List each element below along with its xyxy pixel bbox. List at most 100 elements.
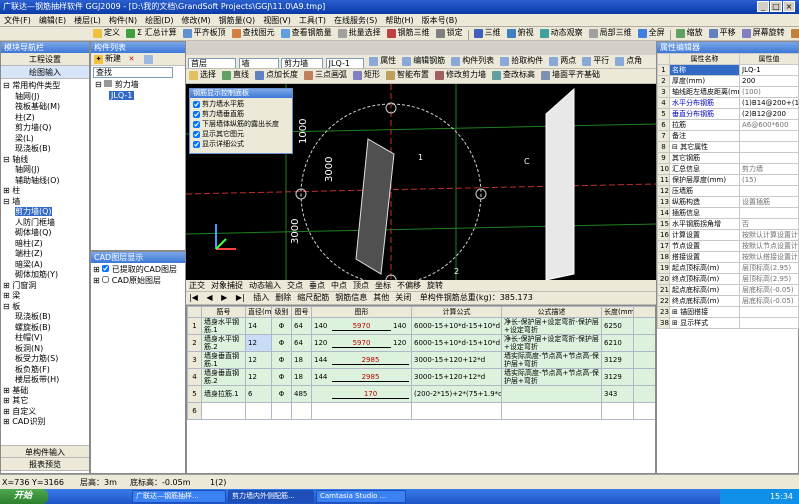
nav-tree-item[interactable]: 砌体加筋(Y) (3, 270, 89, 281)
grade-cell[interactable]: Φ (271, 368, 292, 386)
grid-column-header[interactable]: 直径(mm) (245, 306, 272, 318)
option-checkbox[interactable] (193, 130, 200, 138)
project-settings-button[interactable]: 工程设置 (1, 53, 89, 66)
toolbar-button[interactable]: 平齐板顶 (180, 27, 229, 39)
menu-item[interactable]: 工具(T) (295, 16, 330, 25)
snap-toggle[interactable]: 垂点 (306, 280, 328, 291)
draw-tool-button[interactable]: 墙面平齐基础 (538, 69, 603, 81)
component-item-jlq1[interactable]: JLQ-1 (109, 90, 135, 100)
toolbar-button[interactable]: 屏幕旋转 (739, 27, 788, 39)
grid-action-button[interactable]: 删除 (272, 292, 294, 304)
grid-action-button[interactable]: 关闭 (392, 292, 414, 304)
draw-input-button[interactable]: 绘图输入 (1, 66, 89, 79)
toolbar-button[interactable]: 查看钢筋量 (278, 27, 335, 39)
toolbar-button[interactable]: 动态观察 (537, 27, 586, 39)
nav-next-button[interactable]: ▶ (218, 292, 230, 304)
nav-tree-item[interactable]: 辅助轴线(O) (3, 176, 89, 187)
property-row[interactable]: 15 水平钢筋拐角增否 (657, 218, 799, 230)
snap-toggle[interactable]: 不偏移 (394, 280, 424, 291)
property-value[interactable]: 按默认节点设置计 (739, 240, 799, 252)
length-cell[interactable]: 3129 (601, 351, 634, 369)
property-row[interactable]: 7 备注 (657, 130, 799, 142)
property-value[interactable] (739, 207, 799, 219)
figure-no-cell[interactable]: 64 (291, 334, 312, 352)
formula-desc-cell[interactable]: 净长-保护层+设定弯折-保护层+设定弯折 (501, 317, 602, 335)
grid-column-header[interactable]: 级别 (271, 306, 292, 318)
cad-layer-extracted[interactable]: ⊞ 已提取的CAD图层 (93, 265, 183, 276)
nav-tree-item[interactable]: ⊞ 梁 (3, 291, 89, 302)
component-tool-button[interactable]: 编辑钢筋 (399, 55, 448, 67)
tree-root-shearwall[interactable]: ⊟ 剪力墙 (95, 80, 181, 91)
nav-tree-item[interactable]: 剪力墙(Q) (3, 123, 89, 134)
nav-tree-item[interactable]: 现浇板(B) (3, 312, 89, 323)
nav-tree-item[interactable]: 砌体墙(Q) (3, 228, 89, 239)
category-select[interactable]: 墙 (238, 57, 279, 68)
toolbar-button[interactable]: 选择楼层 (788, 27, 799, 39)
cad-layer-original[interactable]: ⊞ CAD原始图层 (93, 275, 183, 287)
figure-no-cell[interactable] (291, 402, 312, 420)
menu-item[interactable]: 楼层(L) (70, 16, 105, 25)
nav-tree-item[interactable]: ⊟ 墙 (3, 197, 89, 208)
grid-action-button[interactable]: 插入 (250, 292, 272, 304)
menu-item[interactable]: 绘图(D) (141, 16, 177, 25)
menu-item[interactable]: 编辑(E) (35, 16, 70, 25)
shear-wall-rebar-mesh[interactable] (355, 138, 395, 275)
draw-tool-button[interactable]: 智能布置 (383, 69, 432, 81)
formula-cell[interactable]: (200-2*15)+2*(75+1.9*d) (411, 385, 502, 403)
property-value[interactable] (739, 317, 799, 329)
property-value[interactable]: 层底标高(-0.05) (739, 295, 799, 307)
copy-component-button[interactable] (141, 53, 158, 65)
nav-tree-item[interactable]: 轴网(J) (3, 92, 89, 103)
menu-item[interactable]: 版本号(B) (418, 16, 462, 25)
grade-cell[interactable]: Φ (271, 317, 292, 335)
toolbar-button[interactable]: 全屏 (635, 27, 668, 39)
property-value[interactable]: 设置插筋 (739, 196, 799, 208)
property-value[interactable]: 层顶标高(2.95) (739, 262, 799, 274)
formula-desc-cell[interactable]: 墙实际高度-节点高+节点高-保护层+弯折 (501, 368, 602, 386)
property-row[interactable]: 14 插筋信息 (657, 207, 799, 219)
toolbar-button[interactable]: 定义 (90, 27, 123, 39)
snap-toggle[interactable]: 旋转 (424, 280, 446, 291)
rebar-display-option[interactable]: 下层墙体纵筋的露出长度 (193, 119, 289, 129)
property-row[interactable]: 12 压墙筋 (657, 185, 799, 197)
draw-tool-button[interactable]: 查改标高 (489, 69, 538, 81)
menu-item[interactable]: 构件(N) (105, 16, 141, 25)
property-value[interactable]: 层底标高(-0.05) (739, 284, 799, 296)
draw-tool-button[interactable]: 直线 (219, 69, 252, 81)
nav-tree-item[interactable]: 筏板基础(M) (3, 102, 89, 113)
draw-tool-button[interactable]: 修改剪力墙 (432, 69, 489, 81)
length-cell[interactable] (601, 402, 634, 420)
taskbar-item-camtasia[interactable]: Camtasia Studio ... (316, 490, 406, 503)
rebar-row[interactable]: 6 (187, 402, 655, 420)
nav-tree-item[interactable]: 柱帽(V) (3, 333, 89, 344)
property-value[interactable]: 层顶标高(2.95) (739, 273, 799, 285)
property-row[interactable]: 23 ⊞ 锚固搭接 (657, 306, 799, 318)
rebar-row[interactable]: 4 墙身垂直钢筋.2 12 Φ 18 144 2985 3000-15+120+12*d 墙实际… (187, 368, 655, 386)
property-value[interactable]: JLQ-1 (739, 64, 799, 76)
report-preview-button[interactable]: 报表预览 (1, 458, 89, 471)
toolbar-button[interactable]: Σ 汇总计算 (123, 27, 180, 39)
close-button[interactable]: × (783, 1, 795, 12)
draw-tool-button[interactable]: 矩形 (350, 69, 383, 81)
property-row[interactable]: 3轴线距左墙皮距离(mm)(100) (657, 86, 799, 98)
component-tool-button[interactable]: 构件列表 (448, 55, 497, 67)
type-select[interactable]: 剪力墙 (281, 57, 324, 68)
option-checkbox[interactable] (193, 110, 200, 118)
grid-column-header[interactable]: 公式描述 (501, 306, 602, 318)
length-cell[interactable]: 6210 (601, 334, 634, 352)
nav-tree-item[interactable]: ⊞ 柱 (3, 186, 89, 197)
formula-cell[interactable]: 3000-15+120+12*d (411, 368, 502, 386)
property-value[interactable]: (2)B12@200 (739, 108, 799, 120)
rebar-name-cell[interactable]: 墙身垂直钢筋.1 (201, 351, 246, 369)
name-select[interactable]: JLQ-1 (325, 57, 364, 68)
component-tool-button[interactable]: 平行 (579, 55, 612, 67)
extracted-layer-checkbox[interactable] (102, 265, 110, 272)
nav-tree-item[interactable]: 端柱(Z) (3, 249, 89, 260)
property-row[interactable]: 13 纵筋构造 设置插筋 (657, 196, 799, 208)
rebar-row[interactable]: 2 墙身水平钢筋.2 12 Φ 64 120 5970 120 6000-15+10*d-15+… (187, 334, 655, 352)
grid-column-header[interactable]: 长度(mm) (601, 306, 634, 318)
diameter-cell[interactable]: 12 (245, 368, 272, 386)
formula-cell[interactable]: 6000-15+10*d-15+10*d (411, 334, 502, 352)
nav-last-button[interactable]: ▶| (233, 292, 248, 304)
original-layer-checkbox[interactable] (102, 275, 110, 283)
